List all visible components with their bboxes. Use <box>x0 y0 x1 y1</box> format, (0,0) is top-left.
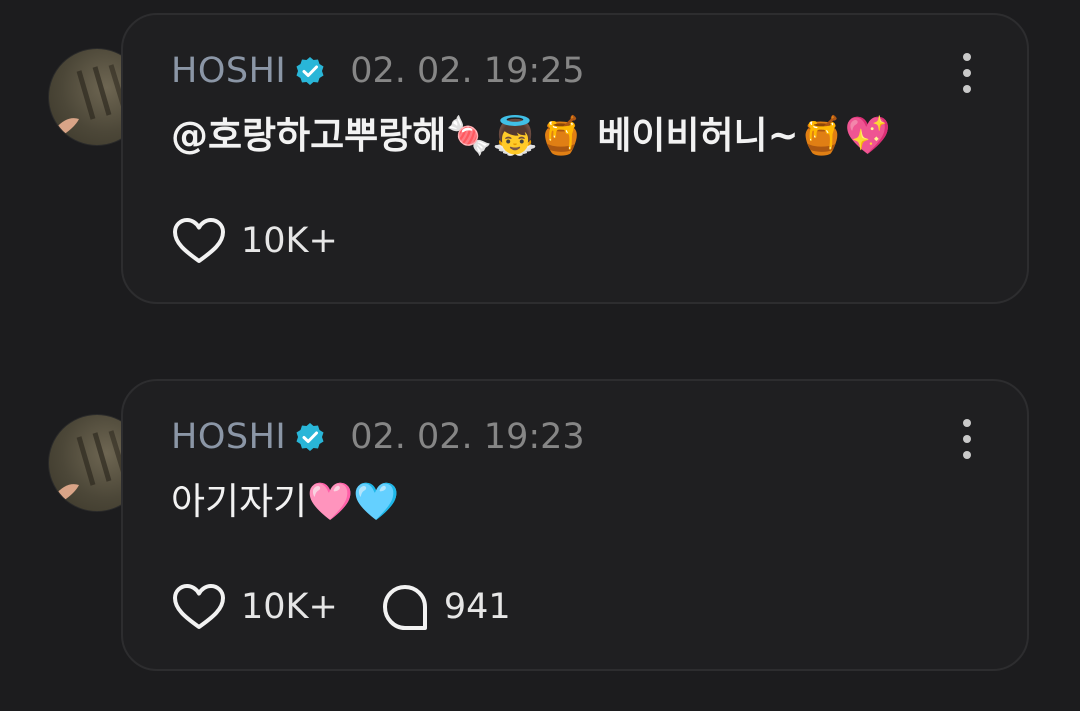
comment-card: HOSHI 02. 02. 19:23 아기자기🩷🩵 10K+ 941 <box>121 379 1029 671</box>
comment-card: HOSHI 02. 02. 19:25 @호랑하고뿌랑해🍬👼🍯 베이비허니~🍯💖… <box>121 13 1029 304</box>
more-vertical-icon[interactable] <box>955 53 979 93</box>
comment-text: @호랑하고뿌랑해🍬👼🍯 베이비허니~🍯💖 <box>171 114 891 157</box>
username[interactable]: HOSHI <box>171 51 286 91</box>
comment-actions: 10K+ 941 <box>171 582 511 632</box>
like-button[interactable]: 10K+ <box>171 216 338 266</box>
heart-icon <box>173 218 225 263</box>
comment-actions: 10K+ <box>171 216 338 266</box>
comment-count: 941 <box>443 587 511 627</box>
timestamp: 02. 02. 19:23 <box>350 417 585 457</box>
heart-icon <box>173 584 225 629</box>
like-count: 10K+ <box>241 587 338 627</box>
comment-meta: HOSHI 02. 02. 19:23 <box>171 417 585 457</box>
verified-badge-icon <box>296 57 324 85</box>
comment-feed: HOSHI 02. 02. 19:25 @호랑하고뿌랑해🍬👼🍯 베이비허니~🍯💖… <box>0 0 1080 711</box>
reply-button[interactable]: 941 <box>380 582 511 632</box>
like-count: 10K+ <box>241 221 338 261</box>
more-vertical-icon[interactable] <box>955 419 979 459</box>
timestamp: 02. 02. 19:25 <box>350 51 585 91</box>
comment-text: 아기자기🩷🩵 <box>171 480 400 523</box>
comment-meta: HOSHI 02. 02. 19:25 <box>171 51 585 91</box>
like-button[interactable]: 10K+ <box>171 582 338 632</box>
verified-badge-icon <box>296 423 324 451</box>
username[interactable]: HOSHI <box>171 417 286 457</box>
comment-icon <box>382 585 427 630</box>
